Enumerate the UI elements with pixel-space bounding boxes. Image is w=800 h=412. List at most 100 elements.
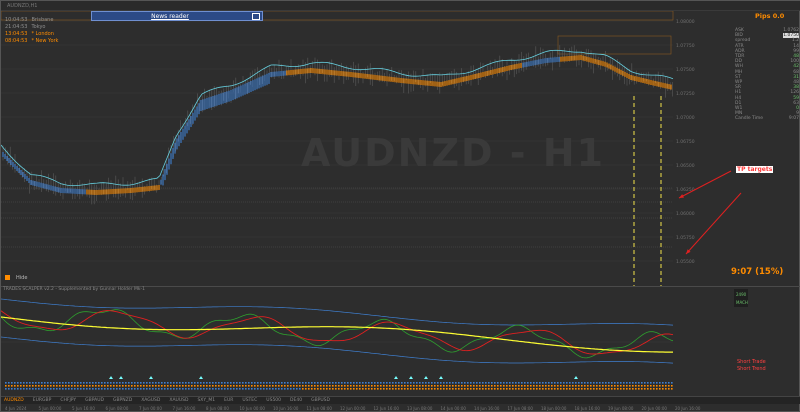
time-tick-label: 8 Jun 08:00 [206,406,229,411]
symbol-tab[interactable]: EUR [224,398,233,403]
signal-dot [11,385,13,387]
signal-dot [272,388,274,390]
signal-dot [368,388,370,390]
price-tick-label: 1.07500 [676,67,695,73]
time-tick-label: 4 Jun 2024 [5,406,27,411]
signal-dot [518,385,520,387]
signal-dot [14,382,16,384]
tp-targets-annotation: TP targets [736,166,774,173]
signal-dot [122,385,124,387]
signal-dot [269,382,271,384]
signal-dot [254,385,256,387]
signal-dot [260,382,262,384]
signal-dot [386,388,388,390]
news-reader-bar[interactable]: News reader [91,11,263,21]
price-tick-label: 1.07250 [676,91,695,97]
symbol-tabs: AUDNZD EURGBP CHFJPY GBPAUD GBPNZD XAGUSD XAUU… [1,396,800,404]
signal-dot [509,382,511,384]
signal-dot [164,388,166,390]
indicator-chart[interactable]: 2490 MACH [1,287,800,396]
signal-dot [587,388,589,390]
signal-dot [443,385,445,387]
signal-dot [587,382,589,384]
signal-dot [581,382,583,384]
signal-dot [320,382,322,384]
signal-dot [497,388,499,390]
symbol-tab[interactable]: US500 [266,398,281,403]
signal-dot [182,382,184,384]
signal-dot [281,382,283,384]
hide-checkbox-icon[interactable] [5,275,10,280]
signal-dot [134,382,136,384]
signal-dot [548,382,550,384]
signal-dot [575,382,577,384]
signal-dot [230,385,232,387]
signal-dot [383,385,385,387]
signal-dot [356,385,358,387]
symbol-tab[interactable]: AUDNZD [4,398,24,403]
symbol-tab[interactable]: SXY_M1 [197,398,215,403]
signal-arrow [424,376,428,379]
signal-dot [38,385,40,387]
signal-dot [326,385,328,387]
hide-toggle[interactable]: Hide [5,275,27,281]
signal-dot [233,385,235,387]
signal-dot [71,388,73,390]
signal-dot [251,382,253,384]
signal-dot [149,385,151,387]
window-icon[interactable] [252,13,260,20]
price-tick-label: 1.06250 [676,187,695,193]
signal-dot [131,382,133,384]
symbol-tab[interactable]: USTEC [242,398,257,403]
symbol-tab[interactable]: XAGUSD [141,398,160,403]
signal-dot [326,382,328,384]
signal-dot [50,382,52,384]
signal-dot [110,382,112,384]
signal-dot [323,385,325,387]
signal-dot [35,382,37,384]
signal-dot [17,385,19,387]
news-reader-link[interactable]: News reader [92,13,248,20]
signal-dot [596,388,598,390]
signal-dot [362,385,364,387]
signal-dot [491,385,493,387]
signal-dot [374,382,376,384]
signal-dot [20,388,22,390]
signal-dot [341,388,343,390]
signal-dot [647,382,649,384]
signal-dot [125,385,127,387]
symbol-tab[interactable]: GBPUSD [311,398,330,403]
signal-dot [518,382,520,384]
signal-dot [281,388,283,390]
signal-dot [617,385,619,387]
symbol-tab[interactable]: XAUUSD [169,398,188,403]
symbol-tab[interactable]: GBPNZD [113,398,132,403]
signal-dot [320,385,322,387]
session-time: 08:04:53 [5,38,28,44]
signal-dot [323,388,325,390]
symbol-tab[interactable]: EURGBP [33,398,52,403]
signal-dot [638,385,640,387]
signal-dot [479,382,481,384]
signal-dot [422,388,424,390]
signal-dot [503,388,505,390]
symbol-tab[interactable]: DE40 [290,398,302,403]
signal-dot [314,382,316,384]
signal-dot [266,388,268,390]
signal-dot [632,385,634,387]
signal-dot [671,385,673,387]
signal-dot [320,388,322,390]
symbol-tab[interactable]: CHFJPY [60,398,76,403]
price-tick-label: 1.05750 [676,235,695,241]
signal-dot [263,385,265,387]
signal-dot [410,382,412,384]
signal-dot [344,388,346,390]
signal-dot [206,388,208,390]
signal-dot [545,382,547,384]
signal-dot [392,382,394,384]
signal-dot [227,388,229,390]
signal-dot [650,385,652,387]
symbol-tab[interactable]: GBPAUD [85,398,104,403]
signal-dot [41,385,43,387]
signal-dot [572,385,574,387]
